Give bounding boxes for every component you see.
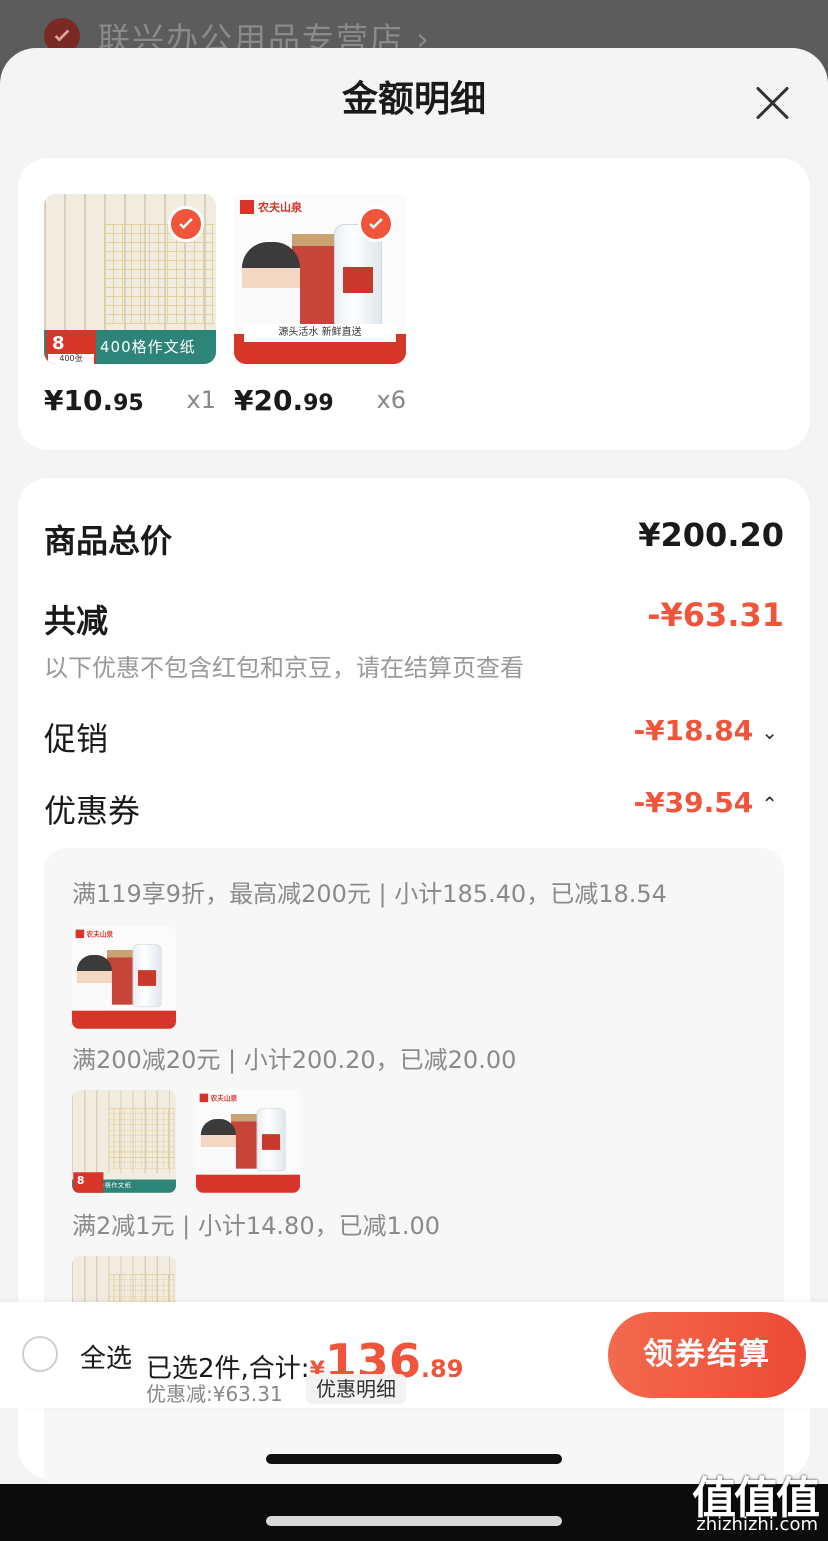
checkout-button[interactable]: 领券结算 bbox=[608, 1312, 806, 1398]
watermark-site: zhizhizhi.com bbox=[696, 1514, 818, 1535]
coupon-rule: 满200减20元 | 小计200.20，已减20.00 bbox=[72, 1046, 517, 1074]
close-icon[interactable] bbox=[754, 84, 792, 122]
product-price: ¥10.95 bbox=[44, 384, 144, 417]
coupon-rule: 满119享9折，最高减200元 | 小计185.40，已减18.54 bbox=[72, 880, 667, 908]
product-item[interactable]: 400格作文纸 8 400张 ¥10.95 x1 bbox=[44, 194, 216, 417]
product-price: ¥20.99 bbox=[234, 384, 334, 417]
selected-check-icon[interactable] bbox=[358, 206, 394, 242]
product-item[interactable]: 农夫山泉 源头活水 新鲜直送 ¥20.99 x6 bbox=[234, 194, 406, 417]
coupon-label: 优惠券 bbox=[44, 792, 141, 830]
select-all-label[interactable]: 全选 bbox=[80, 1338, 132, 1375]
product-thumbnail: 农夫山泉 源头活水 新鲜直送 bbox=[234, 194, 406, 364]
home-indicator bbox=[266, 1516, 562, 1526]
saved-amount: 优惠减:¥63.31 bbox=[146, 1382, 283, 1406]
home-indicator bbox=[266, 1454, 562, 1464]
coupon-product-thumbnail: 农夫山泉 bbox=[196, 1090, 300, 1194]
coupon-product-thumbnail: 400格作文纸 8 bbox=[72, 1090, 176, 1194]
coupon-rule: 满2减1元 | 小计14.80，已减1.00 bbox=[72, 1212, 441, 1240]
sheet-title: 金额明细 bbox=[341, 79, 486, 120]
products-card: 400格作文纸 8 400张 ¥10.95 x1 农夫山泉 源头活水 新鲜直送 bbox=[18, 158, 810, 450]
selected-check-icon[interactable] bbox=[168, 206, 204, 242]
coupon-value: -¥39.54 bbox=[633, 786, 754, 819]
total-label: 商品总价 bbox=[44, 522, 173, 560]
product-footer-text: 源头活水 新鲜直送 bbox=[244, 324, 396, 342]
product-brand: 农夫山泉 bbox=[258, 201, 302, 214]
promo-value: -¥18.84 bbox=[633, 714, 754, 747]
amount-detail-sheet: 金额明细 400格作文纸 8 400张 ¥10.95 x1 农夫山泉 源头活水 … bbox=[0, 48, 828, 1484]
discount-note: 以下优惠不包含红包和京豆，请在结算页查看 bbox=[44, 654, 524, 682]
coupon-product-thumbnail: 农夫山泉 bbox=[72, 926, 176, 1030]
product-badge: 8 400张 bbox=[46, 330, 96, 364]
chevron-up-icon[interactable]: ⌃ bbox=[761, 792, 778, 816]
chevron-down-icon[interactable]: ⌄ bbox=[761, 720, 778, 744]
discount-label: 共减 bbox=[44, 602, 109, 640]
total-value: ¥200.20 bbox=[638, 516, 784, 554]
select-all-radio[interactable] bbox=[22, 1336, 58, 1372]
product-thumbnail: 400格作文纸 8 400张 bbox=[44, 194, 216, 364]
product-quantity: x1 bbox=[186, 386, 216, 414]
product-quantity: x6 bbox=[376, 386, 406, 414]
promo-label: 促销 bbox=[44, 720, 109, 758]
discount-value: -¥63.31 bbox=[647, 596, 784, 634]
discount-detail-button[interactable]: 优惠明细 bbox=[306, 1374, 406, 1404]
checkout-bar: 全选 已选2件,合计:¥136.89 优惠减:¥63.31 优惠明细 领券结算 bbox=[0, 1302, 828, 1408]
